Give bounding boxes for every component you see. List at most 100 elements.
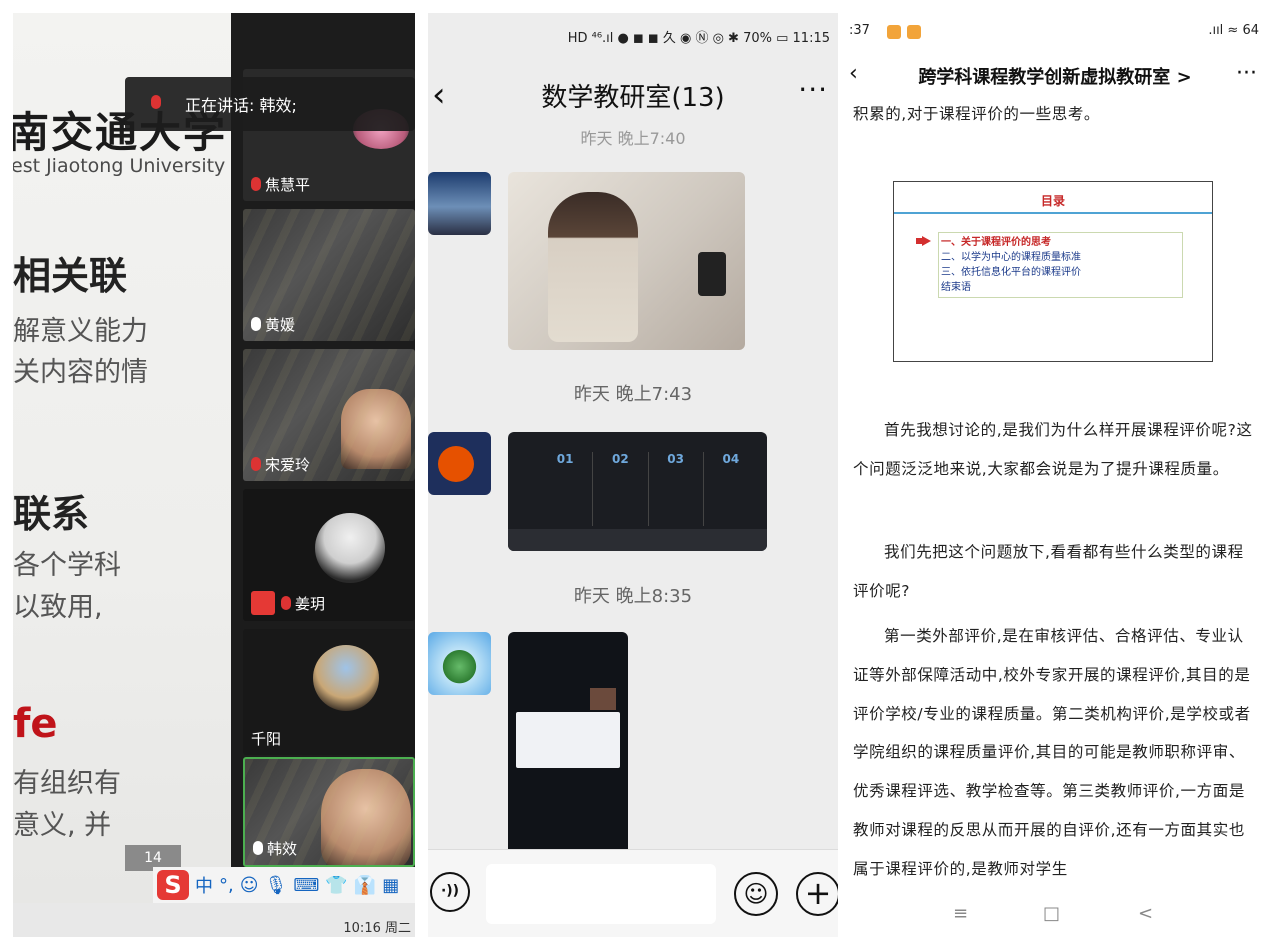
toc-item: 一、关于课程评价的思考 [941,237,1051,248]
screenshot-toolbar [508,529,767,551]
status-bar: HD ⁴⁶.ıl ● ◼ ◼ 久 ◉ Ⓝ ◎ ✱ 70% ▭ 11:15 [567,31,830,46]
participant-video [321,769,411,865]
participant-tile[interactable]: 宋爱玲 [243,349,415,481]
screenshot-video-thumb [590,688,616,710]
sogou-logo-icon[interactable]: S [157,870,189,900]
more-icon[interactable]: ··· [1236,61,1257,86]
slide-text-3: 各个学科 [13,550,121,581]
slide-text-6: 意义, 并 [13,810,112,841]
slide-heading-2: 联系 [13,492,90,536]
participant-tile[interactable]: 黄媛 [243,209,415,341]
article-text: 积累的,对于课程评价的一些思考。 [853,105,1101,123]
article-screen: :37 .ııl ≈ 64 ‹ 跨学科课程教学创新虚拟教研室 > ··· 积累的… [843,13,1267,937]
android-nav-bar: ≡ □ < [843,897,1267,937]
taskbar-clock: 10:16 周二 [343,921,411,936]
participant-video [341,389,411,469]
participant-tiles: 焦慧平 黄媛 宋爱玲 姜玥 千阳 韩效 [231,13,415,937]
shirt-icon[interactable]: 👔 [354,875,376,896]
grid-icon[interactable]: ▦ [382,875,399,896]
status-indicators: .ııl ≈ 64 [1208,23,1259,38]
image-message-screenshot[interactable]: 01 02 03 04 [508,432,767,551]
slide-text-1: 解意义能力 [13,316,148,347]
slide-text-4: 以致用, [13,592,103,623]
toc-item: 结束语 [941,282,971,293]
message-input[interactable] [486,864,716,924]
emoji-icon[interactable]: ☺ [734,872,778,916]
screenshot-column-number: 01 [538,452,594,526]
screenshot-popup [516,712,620,768]
tomato-avatar-icon [438,446,474,482]
presentation-slide: 南交通大学 est Jiaotong University 相关联 解意义能力 … [13,13,243,937]
article-header: ‹ 跨学科课程教学创新虚拟教研室 > ··· [843,61,1267,91]
toc-item: 二、以学为中心的课程质量标准 [941,252,1081,263]
participant-avatar [313,645,379,711]
university-name-en: est Jiaotong University [13,155,226,177]
participant-tile-active[interactable]: 韩效 [243,757,415,867]
participant-tile[interactable]: 姜玥 [243,489,415,621]
home-icon[interactable]: □ [1043,903,1060,924]
image-message[interactable] [508,172,745,350]
clover-avatar-icon[interactable] [428,632,491,695]
slide-heading-1: 相关联 [13,254,128,298]
toc-title: 目录 [1040,194,1065,208]
timestamp: 昨天 晚上7:43 [573,384,693,405]
mic-muted-icon [281,596,291,610]
chat-title: 数学教研室(13) [541,83,725,113]
screenshot-column-number: 04 [722,452,740,466]
photo-collage: 南交通大学 est Jiaotong University 相关联 解意义能力 … [0,0,1267,950]
app-notification-icon [887,25,901,39]
skin-icon[interactable]: 👕 [325,875,347,896]
article-account-title[interactable]: 跨学科课程教学创新虚拟教研室 > [843,63,1267,89]
ime-toolbar: S 中 °, ☺ 🎙 ⌨ 👕 👔 ▦ [153,867,415,903]
status-bar: :37 .ııl ≈ 64 [849,23,1259,43]
toc-divider [894,212,1212,214]
user-icon [251,591,275,615]
participant-avatar [315,513,385,583]
menu-icon[interactable]: ≡ [953,903,968,924]
chat-input-bar: ·)) ☺ + [428,849,838,937]
wechat-chat-screen: HD ⁴⁶.ıl ● ◼ ◼ 久 ◉ Ⓝ ◎ ✱ 70% ▭ 11:15 ‹ 数… [428,13,838,937]
timestamp: 昨天 晚上8:35 [573,586,693,607]
emoji-icon[interactable]: ☺ [240,875,259,896]
ime-punctuation[interactable]: °, [219,875,234,896]
back-icon[interactable]: < [1138,903,1153,924]
screenshot-column-number: 03 [649,452,704,526]
participant-name: 千阳 [251,730,282,748]
keyboard-icon[interactable]: ⌨ [293,875,319,896]
arrow-right-icon [916,236,931,246]
speaking-banner: 正在讲话: 韩效; [125,77,415,131]
mic-icon [251,317,261,331]
more-icon[interactable]: ··· [798,73,828,106]
phone-in-photo [698,252,726,296]
sender-avatar[interactable] [428,432,491,495]
article-paragraph: 我们先把这个问题放下,看看都有些什么类型的课程评价呢? [853,543,1244,600]
toc-list: 一、关于课程评价的思考 二、以学为中心的课程质量标准 三、依托信息化平台的课程评… [938,232,1183,298]
ime-chinese-mode[interactable]: 中 [195,872,213,898]
sender-avatar[interactable] [428,172,491,235]
article-paragraph: 第一类外部评价,是在审核评估、合格评估、专业认证等外部保障活动中,校外专家开展的… [853,627,1251,878]
participant-name: 黄媛 [251,314,295,335]
participant-tile[interactable]: 千阳 [243,629,415,755]
voice-input-icon[interactable]: 🎙 [265,875,288,896]
video-conference-photo: 南交通大学 est Jiaotong University 相关联 解意义能力 … [13,13,415,937]
participant-name: 韩效 [253,838,297,859]
toc-slide-image: 目录 一、关于课程评价的思考 二、以学为中心的课程质量标准 三、依托信息化平台的… [893,181,1213,362]
slide-text-2: 关内容的情 [13,357,148,388]
app-notification-icon [907,25,921,39]
slide-red-text: fe [13,701,58,747]
mic-muted-icon [251,457,261,471]
toc-item: 三、依托信息化平台的课程评价 [941,267,1081,278]
photo-person [548,192,638,342]
screenshot-columns: 01 02 03 04 [538,452,758,526]
chat-header: ‹ 数学教研室(13) ··· [428,65,838,125]
image-message-phone-screenshot[interactable] [508,632,628,849]
article-paragraph: 首先我想讨论的,是我们为什么样开展课程评价呢?这个问题泛泛地来说,大家都会说是为… [853,421,1253,478]
status-time: :37 [849,23,870,38]
mic-icon [253,841,263,855]
mic-icon [151,95,161,109]
plus-icon[interactable]: + [796,872,838,916]
participant-name: 焦慧平 [251,174,310,195]
voice-icon[interactable]: ·)) [430,872,470,912]
participant-name: 宋爱玲 [251,454,310,475]
mic-muted-icon [251,177,261,191]
